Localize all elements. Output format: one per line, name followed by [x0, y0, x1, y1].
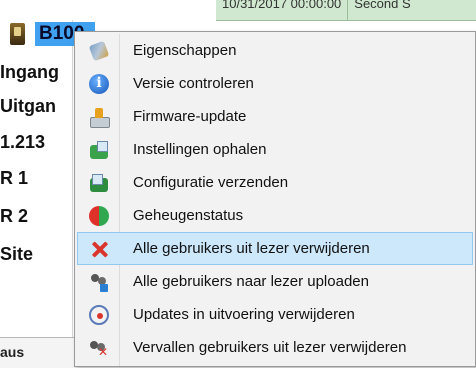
- send-configuration-icon: [89, 173, 109, 193]
- status-label: aus: [0, 344, 25, 360]
- expired-users-delete-icon: [89, 338, 109, 359]
- menu-item-label: Instellingen ophalen: [133, 141, 267, 158]
- menu-item-alle-gebruikers-verwijderen[interactable]: Alle gebruikers uit lezer verwijderen: [77, 232, 473, 265]
- red-x-delete-icon: [89, 239, 109, 259]
- menu-item-configuratie-verzenden[interactable]: Configuratie verzenden: [77, 166, 473, 199]
- property-label-site: Site: [0, 244, 34, 264]
- menu-item-label: Versie controleren: [133, 75, 254, 92]
- menu-item-label: Eigenschappen: [133, 42, 237, 59]
- menu-item-versie-controleren[interactable]: Versie controleren: [77, 67, 473, 100]
- menu-item-updates-verwijderen[interactable]: Updates in uitvoering verwijderen: [77, 298, 473, 331]
- context-menu: Eigenschappen Versie controleren Firmwar…: [74, 31, 476, 367]
- fetch-settings-icon: [89, 140, 109, 160]
- users-upload-icon: [89, 272, 109, 292]
- cancel-updates-icon: [89, 304, 109, 325]
- header-cell-date: 10/31/2017 00:00:00: [216, 0, 349, 20]
- menu-item-label: Geheugenstatus: [133, 207, 244, 224]
- memory-status-icon: [89, 205, 109, 226]
- menu-item-eigenschappen[interactable]: Eigenschappen: [77, 34, 473, 67]
- menu-item-label: Updates in uitvoering verwijderen: [133, 306, 355, 323]
- property-label-version: 1.213: [0, 132, 46, 152]
- property-label-ingang: Ingang: [0, 62, 59, 82]
- menu-item-label: Configuratie verzenden: [133, 174, 289, 191]
- info-icon: [89, 73, 109, 94]
- properties-tools-icon: [89, 41, 109, 61]
- grid-divider: [72, 20, 73, 337]
- reader-device-icon: [10, 23, 25, 45]
- header-cell-second: Second S: [354, 0, 411, 11]
- property-label-uitgang: Uitgan: [0, 96, 56, 116]
- property-label-r2: R 2: [0, 206, 29, 226]
- header-cells: 10/31/2017 00:00:00 Second S: [216, 0, 476, 21]
- menu-item-label: Firmware-update: [133, 108, 247, 125]
- menu-item-label: Alle gebruikers uit lezer verwijderen: [133, 240, 370, 257]
- property-label-r1: R 1: [0, 168, 29, 188]
- firmware-update-icon: [89, 107, 110, 128]
- menu-item-geheugenstatus[interactable]: Geheugenstatus: [77, 199, 473, 232]
- menu-item-vervallen-gebruikers-verwijderen[interactable]: Vervallen gebruikers uit lezer verwijder…: [77, 331, 473, 364]
- menu-item-alle-gebruikers-uploaden[interactable]: Alle gebruikers naar lezer uploaden: [77, 265, 473, 298]
- menu-item-label: Vervallen gebruikers uit lezer verwijder…: [133, 339, 407, 356]
- menu-item-firmware-update[interactable]: Firmware-update: [77, 100, 473, 133]
- menu-item-instellingen-ophalen[interactable]: Instellingen ophalen: [77, 133, 473, 166]
- menu-item-label: Alle gebruikers naar lezer uploaden: [133, 273, 369, 290]
